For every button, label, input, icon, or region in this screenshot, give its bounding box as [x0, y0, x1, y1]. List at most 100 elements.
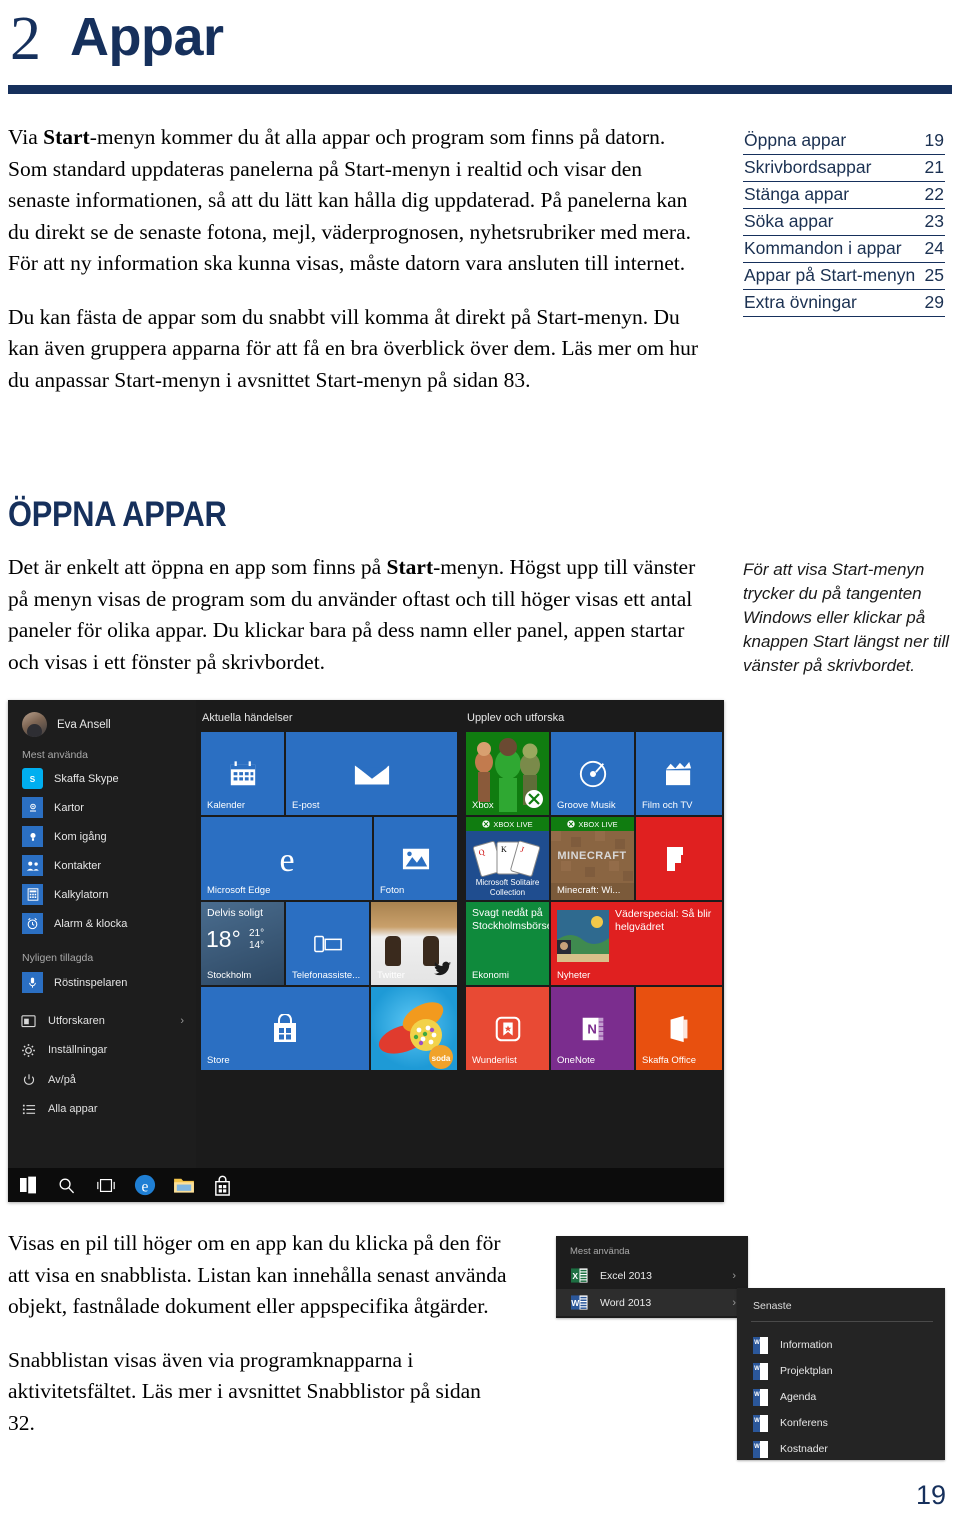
bottom-paragraph-2: Snabblistan visas även via programknappa…	[8, 1347, 481, 1435]
app-item-maps[interactable]: Kartor	[22, 793, 192, 822]
tile-label: Foton	[380, 885, 405, 896]
tile-label: Store	[207, 1055, 230, 1066]
section-p-bold: Start	[386, 555, 434, 579]
tile-skaffa-office[interactable]: Skaffa Office	[636, 987, 722, 1070]
jumplist-recent-item-3[interactable]: Konferens	[753, 1410, 828, 1436]
chapter-number: 2	[10, 5, 41, 73]
app-item-skype[interactable]: S Skaffa Skype	[22, 764, 192, 793]
app-item-voice-recorder[interactable]: Röstinspelaren	[22, 968, 192, 997]
toc-item-page: 25	[924, 265, 944, 285]
tile-onenote[interactable]: N OneNote	[551, 987, 634, 1070]
toc-item-page: 21	[924, 157, 944, 177]
sidebar-item-all-apps[interactable]: Alla appar	[20, 1095, 192, 1125]
tile-label: Ekonomi	[472, 970, 509, 981]
section-p-part1: Det är enkelt att öppna en app som finns…	[8, 555, 387, 579]
jumplist-most-used-screenshot: Mest använda X Excel 2013 › W Word 2013 …	[556, 1236, 748, 1318]
tile-ekonomi[interactable]: Svagt nedåt på Stockholmsbörsen Ekonomi	[466, 902, 549, 985]
jumplist-item-word[interactable]: W Word 2013 ›	[556, 1289, 748, 1316]
finance-headline: Svagt nedåt på Stockholmsbörsen	[472, 907, 549, 932]
sidebar-item-settings[interactable]: Inställningar	[20, 1036, 192, 1066]
recently-added-app-list: Röstinspelaren	[22, 968, 192, 997]
chevron-right-icon[interactable]: ›	[732, 1270, 736, 1282]
tile-nyheter[interactable]: Väderspecial: Så blir helgvädret Nyheter	[551, 902, 722, 985]
tile-xbox[interactable]: Xbox	[466, 732, 549, 815]
weather-temp: 18°	[206, 926, 241, 952]
file-explorer-icon	[173, 1178, 194, 1193]
jumplist-recent-label: Information	[780, 1339, 833, 1351]
jumplist-recent-item-2[interactable]: Agenda	[753, 1384, 816, 1410]
toc-item-0[interactable]: Öppna appar 19	[743, 128, 945, 155]
tile-epost[interactable]: E-post	[286, 732, 457, 815]
toc-item-5[interactable]: Appar på Start-menyn 25	[743, 263, 945, 290]
svg-text:N: N	[587, 1021, 596, 1036]
tile-store[interactable]: Store	[201, 987, 369, 1070]
taskbar-file-explorer-button[interactable]	[164, 1168, 203, 1202]
sidebar-item-file-explorer[interactable]: Utforskaren ›	[20, 1006, 192, 1036]
taskbar-edge-button[interactable]: e	[125, 1168, 164, 1202]
jumplist-item-excel[interactable]: X Excel 2013 ›	[556, 1262, 748, 1289]
tile-groove-musik[interactable]: Groove Musik	[551, 732, 634, 815]
toc-item-6[interactable]: Extra övningar 29	[743, 290, 945, 317]
app-item-contacts[interactable]: Kontakter	[22, 851, 192, 880]
intro-text-block: Via Start-menyn kommer du åt alla appar …	[8, 122, 708, 396]
taskbar-search-button[interactable]	[47, 1168, 86, 1202]
tile-group-title: Upplev och utforska	[467, 712, 565, 724]
photo-shoe-left	[385, 936, 401, 966]
chevron-right-icon[interactable]: ›	[180, 1015, 184, 1027]
app-item-calculator[interactable]: Kalkylatorn	[22, 880, 192, 909]
tile-label: Twitter	[377, 970, 405, 981]
tile-microsoft-edge[interactable]: e Microsoft Edge	[201, 817, 372, 900]
app-item-alarms-clock[interactable]: Alarm & klocka	[22, 909, 192, 938]
toc-item-1[interactable]: Skrivbordsappar 21	[743, 155, 945, 182]
tile-wunderlist[interactable]: Wunderlist	[466, 987, 549, 1070]
intro-paragraph-2: Du kan fästa de appar som du snabbt vill…	[8, 304, 699, 392]
svg-text:S: S	[30, 775, 36, 784]
tile-flipboard[interactable]	[636, 817, 722, 900]
jumplist-recent-item-1[interactable]: Projektplan	[753, 1358, 833, 1384]
tile-kalender[interactable]: Kalender	[201, 732, 284, 815]
app-item-label: Röstinspelaren	[54, 976, 128, 989]
recently-added-group-label: Nyligen tillagda	[22, 952, 94, 964]
taskbar-task-view-button[interactable]	[86, 1168, 125, 1202]
toc-item-page: 19	[924, 130, 944, 150]
tile-candy-crush[interactable]: soda	[371, 987, 457, 1070]
toc-item-2[interactable]: Stänga appar 22	[743, 182, 945, 209]
tile-phone-companion[interactable]: Telefonassiste...	[286, 902, 369, 985]
tile-solitaire[interactable]: XBOX LIVE Q K J Microsoft Solitaire Coll…	[466, 817, 549, 900]
margin-note: För att visa Start-menyn trycker du på t…	[743, 560, 950, 675]
maps-icon	[22, 797, 43, 818]
word-doc-icon	[753, 1336, 768, 1354]
user-account[interactable]: Eva Ansell	[22, 712, 111, 737]
jumplist-recent-item-4[interactable]: Kostnader	[753, 1436, 828, 1462]
tile-label: Xbox	[472, 800, 494, 811]
account-name: Eva Ansell	[57, 718, 111, 731]
alarm-clock-icon	[22, 913, 43, 934]
toc-item-page: 29	[924, 292, 944, 312]
file-explorer-icon	[20, 1012, 37, 1029]
toc-item-4[interactable]: Kommandon i appar 24	[743, 236, 945, 263]
page-number: 19	[915, 1480, 946, 1510]
toc-item-label: Appar på Start-menyn	[744, 265, 916, 285]
jumplist-recent-item-0[interactable]: Information	[753, 1332, 833, 1358]
task-view-icon	[96, 1178, 115, 1192]
word-doc-icon	[753, 1362, 768, 1380]
people-icon	[22, 855, 43, 876]
chevron-right-icon[interactable]: ›	[732, 1297, 736, 1309]
tile-label: Minecraft: Wi...	[557, 885, 621, 896]
tile-twitter[interactable]: Twitter	[371, 902, 457, 985]
tile-label: Film och TV	[642, 800, 693, 811]
tile-weather[interactable]: Delvis soligt 18° 21° 14° Stockholm	[201, 902, 284, 985]
app-item-get-started[interactable]: Kom igång	[22, 822, 192, 851]
jumplist-header: Mest använda	[570, 1246, 630, 1257]
tile-minecraft[interactable]: XBOX LIVE MINECRAFT Minecraft: Wi...	[551, 817, 634, 900]
chapter-header: 2 Appar	[8, 6, 708, 82]
calculator-icon	[22, 884, 43, 905]
minecraft-art: MINECRAFT	[551, 831, 634, 883]
sidebar-item-power[interactable]: Av/på	[20, 1065, 192, 1095]
taskbar-start-button[interactable]	[8, 1168, 47, 1202]
tile-film-och-tv[interactable]: Film och TV	[636, 732, 722, 815]
toc-item-3[interactable]: Söka appar 23	[743, 209, 945, 236]
flipboard-icon	[636, 817, 722, 900]
taskbar-store-button[interactable]	[203, 1168, 242, 1202]
tile-foton[interactable]: Foton	[374, 817, 457, 900]
